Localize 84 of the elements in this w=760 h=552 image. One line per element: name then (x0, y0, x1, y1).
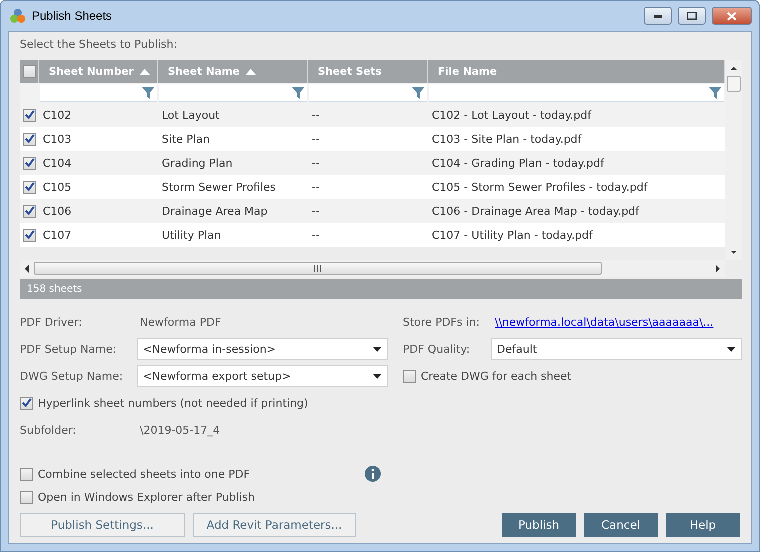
table-cell-text: C106 (42, 204, 73, 218)
minimize-icon (654, 14, 662, 18)
row-checkbox[interactable] (23, 204, 36, 218)
info-icon[interactable] (365, 466, 381, 482)
field-label: PDF Quality: (403, 342, 472, 356)
field-label: Subfolder: (20, 424, 78, 436)
folder-path-link[interactable]: \\newforma.local\data\users\aaaaaaa\... (495, 316, 714, 328)
sheet-count: 158 sheets (27, 284, 82, 294)
grip-icon (314, 265, 322, 272)
checkbox-label: Create DWG for each sheet (421, 370, 572, 382)
settings-button[interactable]: Publish Settings... (20, 513, 185, 537)
filter-field[interactable] (309, 84, 427, 102)
maximize-button[interactable] (678, 7, 706, 25)
filter-icon[interactable] (142, 86, 155, 98)
table-cell-text: Site Plan (161, 132, 212, 146)
field-label: PDF Driver: (20, 316, 84, 328)
close-icon (727, 12, 737, 20)
dropdown-caret-icon[interactable] (727, 346, 736, 352)
table-cell-text: -- (311, 204, 321, 218)
filter-field[interactable] (40, 84, 157, 102)
checkbox-label: Combine selected sheets into one PDF (38, 468, 250, 480)
table-cell-text: Storm Sewer Profiles (161, 180, 278, 194)
table-cell-text: C103 (42, 132, 73, 146)
subfolder-value: \2019-05-17_4 (140, 424, 220, 436)
row-checkbox[interactable] (23, 156, 36, 170)
table-cell-text: C106 - Drainage Area Map - today.pdf (431, 204, 641, 218)
select-all-checkbox[interactable] (23, 65, 36, 78)
combine-checkbox[interactable] (20, 468, 33, 480)
table-cell-text: C105 - Storm Sewer Profiles - today.pdf (431, 180, 649, 194)
vertical-scrollbar[interactable] (725, 60, 742, 260)
dropdown-caret-icon[interactable] (373, 346, 382, 352)
table-cell-text: C107 (42, 228, 73, 242)
table-cell-text: -- (311, 180, 321, 194)
filter-icon[interactable] (709, 86, 722, 98)
table-cell-text: C105 (42, 180, 73, 194)
table-cell-text: -- (311, 228, 321, 242)
table-cell-text: -- (311, 132, 321, 146)
table-cell-text: C102 (42, 108, 73, 122)
close-button[interactable] (712, 7, 752, 25)
field-label: Store PDFs in: (403, 316, 481, 328)
row-checkbox[interactable] (23, 228, 36, 242)
table-cell-text: C102 - Lot Layout - today.pdf (431, 108, 593, 122)
minimize-button[interactable] (644, 7, 672, 25)
dwg-setup-dropdown[interactable]: <Newforma export setup> (137, 365, 388, 387)
hyperlink-checkbox[interactable] (20, 396, 33, 410)
filter-field[interactable] (429, 84, 724, 102)
dialog-button[interactable]: Help (666, 513, 740, 537)
checkbox-label: Hyperlink sheet numbers (not needed if printing) (38, 396, 308, 410)
row-checkbox[interactable] (23, 132, 36, 146)
table-cell-text: Lot Layout (161, 108, 221, 122)
filter-icon[interactable] (412, 86, 425, 98)
table-cell-text: Grading Plan (161, 156, 234, 170)
dropdown-caret-icon[interactable] (373, 374, 382, 378)
pdf-driver-value: Newforma PDF (140, 316, 222, 328)
table-cell-text: C104 - Grading Plan - today.pdf (431, 156, 606, 170)
settings-button[interactable]: Add Revit Parameters... (193, 513, 356, 537)
window-title: Publish Sheets (32, 9, 114, 23)
scrollbar-thumb[interactable] (726, 76, 740, 92)
filter-icon[interactable] (292, 86, 305, 98)
instruction-text: Select the Sheets to Publish: (20, 38, 178, 51)
dialog-button[interactable]: Publish (502, 513, 576, 537)
table-cell-text: Utility Plan (161, 228, 222, 242)
table-cell-text: C104 (42, 156, 73, 170)
pdf-setup-dropdown[interactable]: <Newforma in-session> (137, 338, 388, 360)
scroll-right-icon[interactable] (715, 264, 721, 272)
table-cell-text: -- (311, 156, 321, 170)
open-explorer-checkbox[interactable] (20, 491, 33, 504)
maximize-icon (687, 12, 697, 20)
scroll-left-icon[interactable] (24, 264, 30, 272)
field-label: PDF Setup Name: (20, 342, 118, 356)
row-checkbox[interactable] (23, 180, 36, 194)
row-checkbox[interactable] (23, 108, 36, 122)
app-logo-icon (10, 8, 26, 24)
dialog-button[interactable]: Cancel (584, 513, 658, 537)
create-dwg-checkbox[interactable] (403, 370, 416, 382)
table-cell-text: C107 - Utility Plan - today.pdf (431, 228, 594, 242)
table-cell-text: Drainage Area Map (161, 204, 269, 218)
pdf-quality-dropdown[interactable]: Default (491, 338, 742, 360)
filter-field[interactable] (159, 84, 307, 102)
table-cell-text: C103 - Site Plan - today.pdf (431, 132, 583, 146)
field-label: DWG Setup Name: (20, 370, 124, 382)
table-cell-text: -- (311, 108, 321, 122)
checkbox-label: Open in Windows Explorer after Publish (38, 491, 256, 504)
horizontal-scrollbar[interactable] (20, 260, 725, 277)
